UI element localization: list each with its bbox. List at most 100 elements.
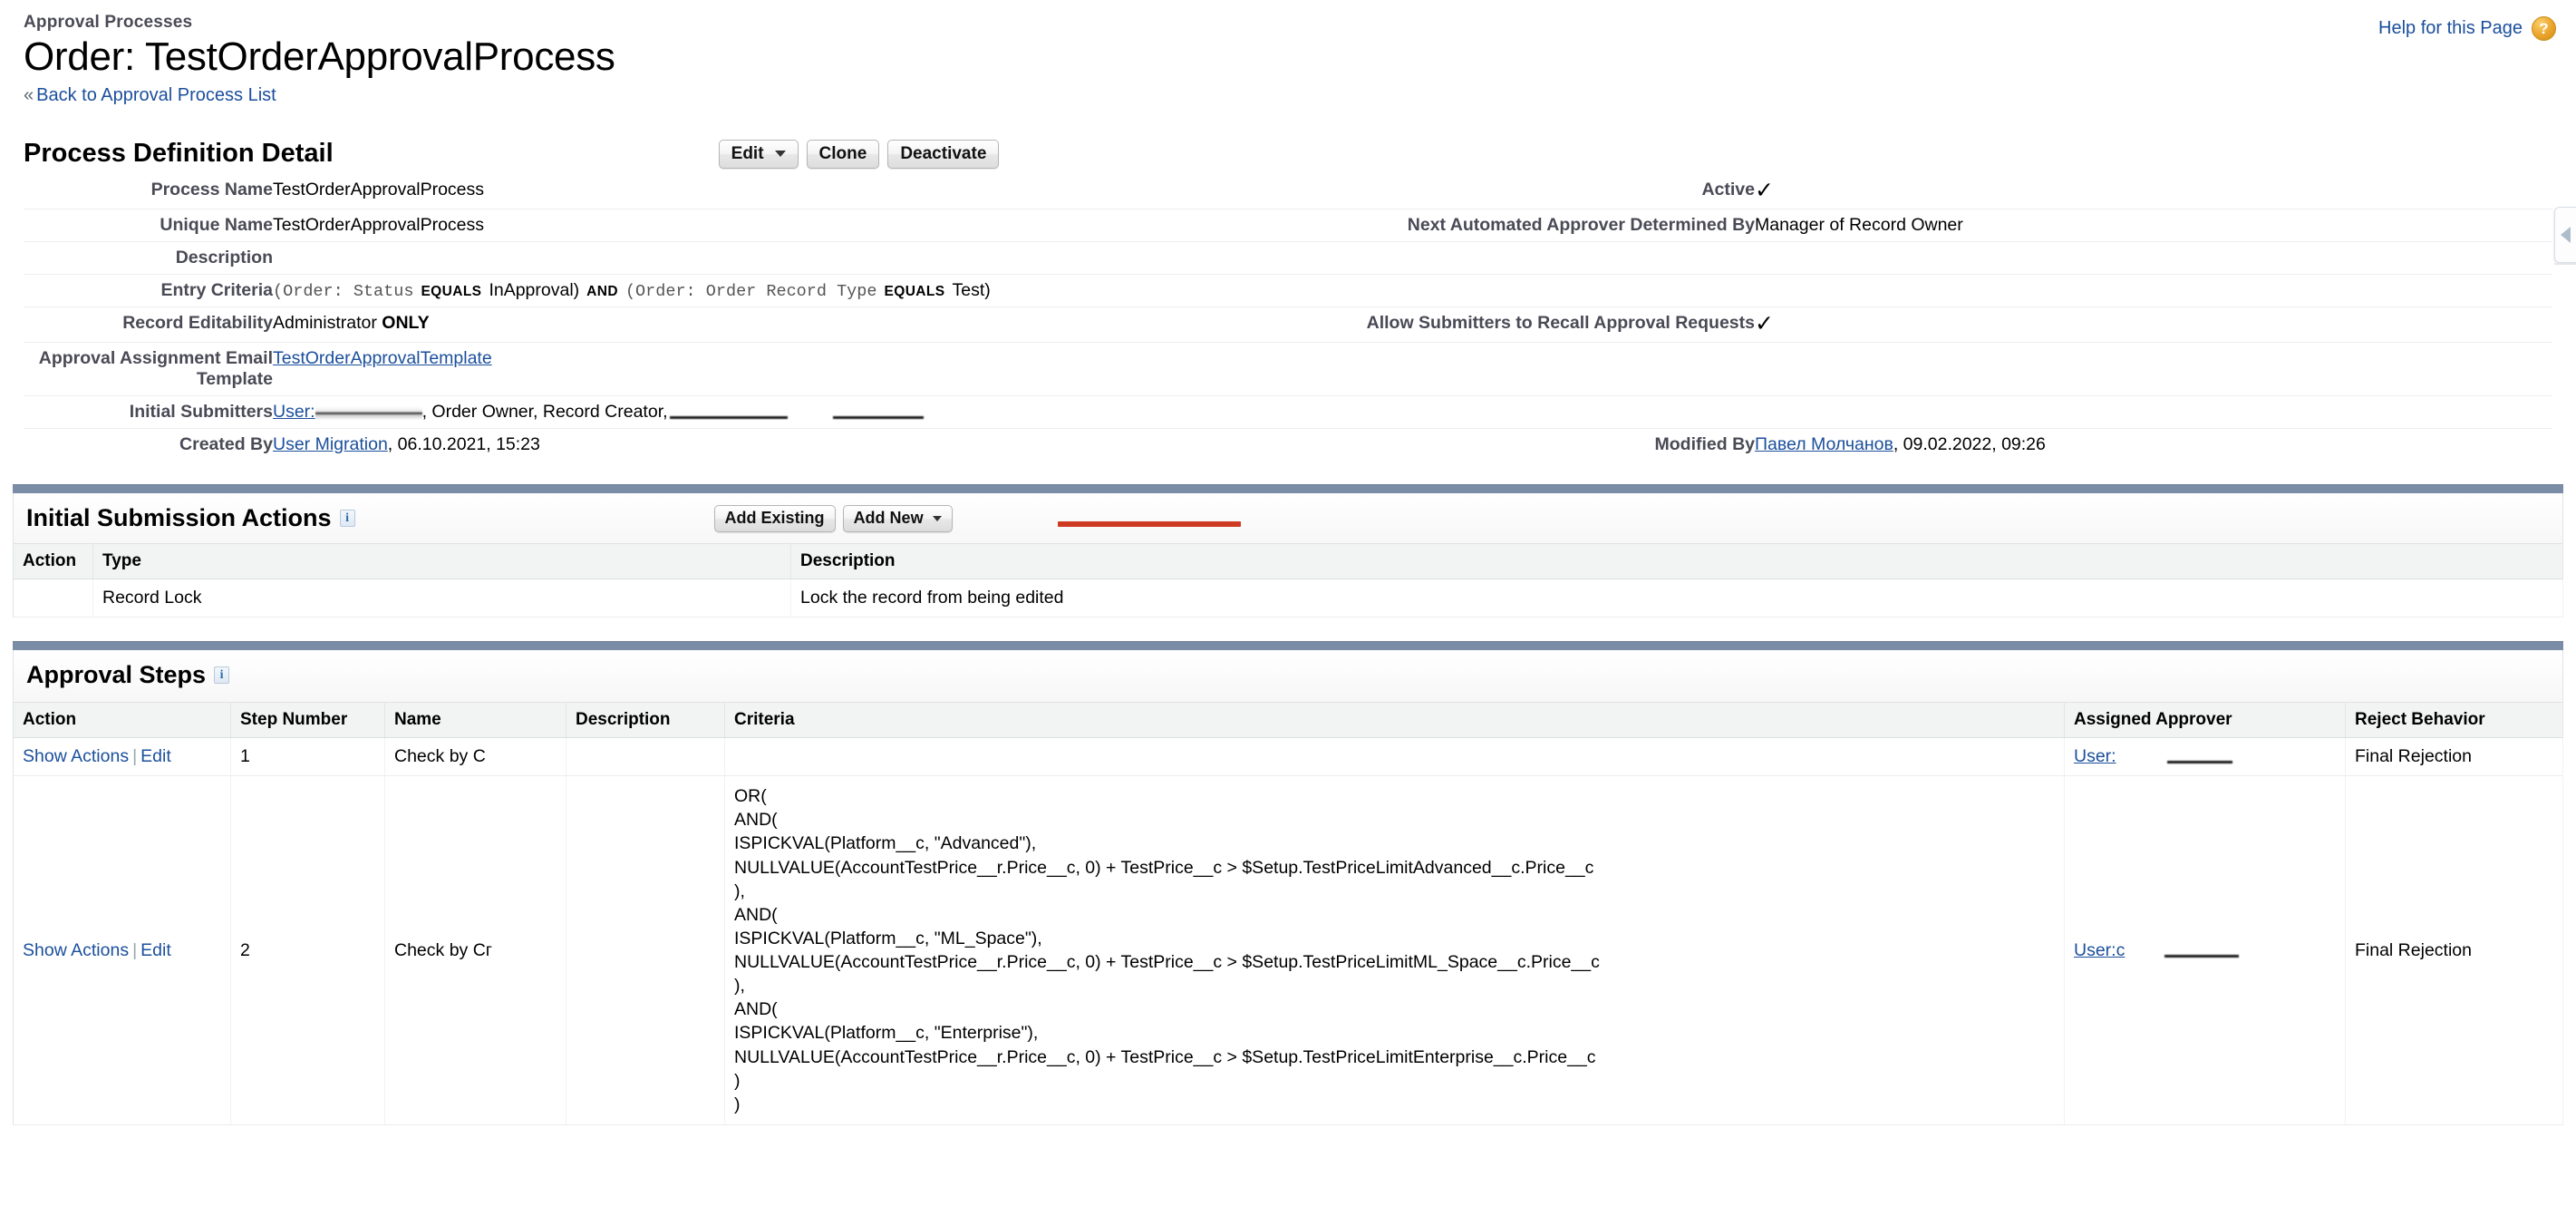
back-to-approval-process-list-link[interactable]: Back to Approval Process List xyxy=(36,85,276,105)
modified-by-label: Modified By xyxy=(1293,428,1755,462)
entry-criteria-paren-open-2: ( xyxy=(625,282,636,302)
detail-header: Process Definition Detail Edit Clone Dea… xyxy=(24,139,2552,174)
section-title: Approval Steps xyxy=(26,661,207,689)
created-by-user-link[interactable]: User Migration xyxy=(273,434,388,454)
deactivate-button[interactable]: Deactivate xyxy=(887,139,1000,169)
email-template-label: Approval Assignment Email Template xyxy=(24,342,273,396)
cell-assigned-approver: User: xyxy=(2064,737,2346,777)
table-header-row: Action Step Number Name Description Crit… xyxy=(13,702,2563,739)
empty-label-1 xyxy=(1293,241,1755,275)
help-area: Help for this Page ? xyxy=(2378,16,2556,41)
back-link-row: «Back to Approval Process List xyxy=(24,85,2576,106)
edit-button[interactable]: Edit xyxy=(718,139,799,169)
record-editability-text: Administrator xyxy=(273,313,377,334)
cell-criteria xyxy=(724,737,2065,777)
entry-criteria-operator-2: EQUALS xyxy=(884,284,945,300)
column-header-type: Type xyxy=(92,543,791,580)
panel-button-row: Add Existing Add New xyxy=(713,504,953,532)
table-row: Record Lock Lock the record from being e… xyxy=(13,579,2563,618)
initial-submitters-label: Initial Submitters xyxy=(24,395,273,429)
detail-row-entry-criteria: Entry Criteria (Order: Status EQUALS InApp… xyxy=(24,274,2552,307)
redacted-approver-name xyxy=(2166,761,2232,764)
page-header: Approval Processes Order: TestOrderAppro… xyxy=(0,0,2576,106)
modified-by-timestamp: , 09.02.2022, 09:26 xyxy=(1893,434,2046,455)
panel-header: Initial Submission Actions i Add Existin… xyxy=(13,493,2563,544)
cell-description xyxy=(566,775,725,1125)
edit-link[interactable]: Edit xyxy=(140,746,171,766)
empty-label-2 xyxy=(1293,342,1755,396)
process-name-value: TestOrderApprovalProcess xyxy=(273,180,485,200)
column-header-criteria: Criteria xyxy=(724,702,2065,739)
email-template-value: TestOrderApprovalTemplate xyxy=(273,342,1293,396)
clone-button[interactable]: Clone xyxy=(806,139,880,169)
approval-steps-table: Action Step Number Name Description Crit… xyxy=(13,702,2563,1125)
modified-by-user-link[interactable]: Павел Молчанов xyxy=(1755,434,1893,454)
column-header-description: Description xyxy=(566,702,725,739)
chevron-down-icon xyxy=(774,151,786,158)
panel-accent-bar xyxy=(13,641,2563,651)
assigned-approver-link[interactable]: User: xyxy=(2074,746,2116,766)
detail-row-email-template: Approval Assignment Email Template TestO… xyxy=(24,342,2552,396)
redacted-approver-name xyxy=(2164,954,2240,958)
info-icon[interactable]: i xyxy=(339,510,355,528)
cell-type: Record Lock xyxy=(92,579,791,618)
show-actions-link[interactable]: Show Actions xyxy=(23,746,129,766)
unique-name-value: TestOrderApprovalProcess xyxy=(273,209,1293,242)
entry-criteria-conjunction: AND xyxy=(586,284,618,300)
cell-action: Show Actions | Edit xyxy=(13,737,231,777)
edit-link[interactable]: Edit xyxy=(140,940,171,960)
chevron-left-icon: « xyxy=(24,85,34,106)
entry-criteria-paren-open: ( xyxy=(273,282,284,302)
column-header-assigned-approver: Assigned Approver xyxy=(2064,702,2346,739)
checkmark-icon: ✓ xyxy=(1755,311,1774,337)
initial-submitter-user-link[interactable]: User: xyxy=(273,402,315,422)
cell-criteria: OR( AND( ISPICKVAL(Platform__c, "Advance… xyxy=(724,775,2065,1125)
cell-name: Check by C xyxy=(384,737,567,777)
clone-button-label: Clone xyxy=(818,143,867,163)
column-header-action: Action xyxy=(13,543,93,580)
entry-criteria-value: (Order: Status EQUALS InApproval) AND (Order… xyxy=(273,274,2552,307)
detail-row-initial-submitters: Initial Submitters User: , Order Owner, R… xyxy=(24,395,2552,429)
entry-criteria-value-2: Test) xyxy=(952,280,991,301)
help-for-this-page-link[interactable]: Help for this Page xyxy=(2378,18,2523,39)
process-definition-detail-table: Process Name TestOrderApprovalProcess Ac… xyxy=(24,174,2552,462)
email-template-link[interactable]: TestOrderApprovalTemplate xyxy=(273,348,492,368)
allow-recall-value: ✓ xyxy=(1755,306,2552,343)
detail-row-record-editability: Record Editability Administrator ONLY Al… xyxy=(24,306,2552,343)
add-existing-button[interactable]: Add Existing xyxy=(713,504,836,532)
add-new-button[interactable]: Add New xyxy=(842,504,953,532)
section-title: Initial Submission Actions xyxy=(26,504,332,532)
question-mark-icon[interactable]: ? xyxy=(2532,16,2556,41)
process-name-label: Process Name xyxy=(150,180,273,200)
created-by-timestamp: , 06.10.2021, 15:23 xyxy=(387,434,540,455)
column-header-reject-behavior: Reject Behavior xyxy=(2345,702,2563,739)
assigned-approver-link[interactable]: User:с xyxy=(2074,940,2125,960)
unique-name-label: Unique Name xyxy=(24,209,273,242)
detail-row-process-name: Process Name TestOrderApprovalProcess Ac… xyxy=(24,174,2552,209)
entry-criteria-value-1: InApproval) xyxy=(489,280,580,301)
entry-criteria-label: Entry Criteria xyxy=(24,274,273,307)
next-automated-approver-value: Manager of Record Owner xyxy=(1755,209,2552,242)
detail-row-unique-name: Unique Name TestOrderApprovalProcess Nex… xyxy=(24,209,2552,242)
empty-value-1 xyxy=(1755,241,2552,275)
process-definition-detail-section: Process Definition Detail Edit Clone Dea… xyxy=(0,139,2576,462)
redacted-user-name-3 xyxy=(832,416,924,420)
page-title: Order: TestOrderApprovalProcess xyxy=(24,34,615,79)
cell-assigned-approver: User:с xyxy=(2064,775,2346,1125)
action-separator: | xyxy=(132,746,138,767)
description-value xyxy=(273,241,1293,275)
deactivate-button-label: Deactivate xyxy=(900,143,987,163)
redacted-user-name-2 xyxy=(669,416,788,420)
initial-submitters-value: User: , Order Owner, Record Creator, xyxy=(273,395,2552,429)
cell-description: Lock the record from being edited xyxy=(790,579,2563,618)
breadcrumb: Approval Processes xyxy=(24,13,193,32)
show-actions-link[interactable]: Show Actions xyxy=(23,940,129,960)
next-automated-approver-label: Next Automated Approver Determined By xyxy=(1293,209,1755,242)
info-icon[interactable]: i xyxy=(214,666,230,685)
detail-row-created-by: Created By User Migration, 06.10.2021, 1… xyxy=(24,428,2552,462)
table-header-row: Action Type Description xyxy=(13,543,2563,580)
active-value: ✓ xyxy=(1755,174,2552,209)
modified-by-value: Павел Молчанов, 09.02.2022, 09:26 xyxy=(1755,428,2552,462)
column-header-description: Description xyxy=(790,543,2563,580)
add-new-label: Add New xyxy=(853,509,924,528)
